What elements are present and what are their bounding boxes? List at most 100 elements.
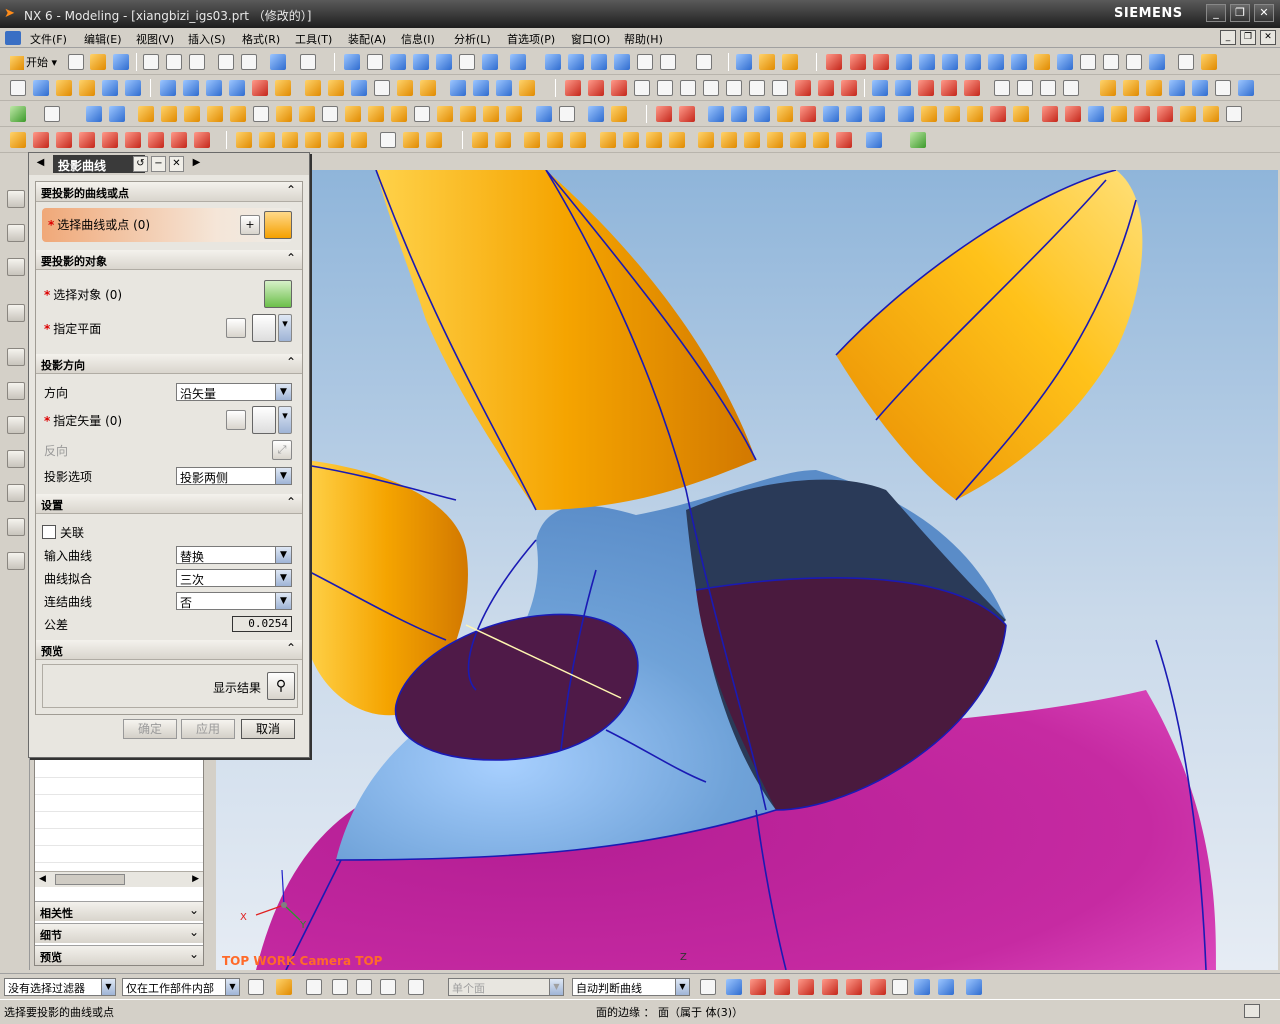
section-direction-header[interactable]: 投影方向 ⌃ [36, 354, 302, 374]
edit-surface-24-icon[interactable] [1203, 106, 1219, 122]
view-right-icon[interactable] [591, 54, 607, 70]
patch-icon[interactable] [1215, 80, 1231, 96]
curve-tool-15-icon[interactable] [351, 132, 367, 148]
expand-right-icon[interactable]: ▶ [189, 156, 204, 172]
view-iso-icon[interactable] [614, 54, 630, 70]
sew-icon[interactable] [1192, 80, 1208, 96]
curve-tool-25-icon[interactable] [623, 132, 639, 148]
magnifier-icon[interactable]: ⚲ [267, 672, 295, 700]
edit-surface-12-icon[interactable] [921, 106, 937, 122]
curve-tool-27-icon[interactable] [669, 132, 685, 148]
edit-surface-18-icon[interactable] [1065, 106, 1081, 122]
surface-8-icon[interactable] [253, 106, 269, 122]
snap-control-point-icon[interactable] [798, 979, 814, 995]
curve-tool-3-icon[interactable] [56, 132, 72, 148]
web-browser-tab-icon[interactable] [7, 304, 25, 322]
nav-tree-row[interactable] [35, 795, 203, 812]
select-component-icon[interactable] [380, 979, 396, 995]
nav-horizontal-scrollbar[interactable]: ◀ ▶ [35, 871, 203, 887]
curve-tool-20-icon[interactable] [495, 132, 511, 148]
edit-surface-10-icon[interactable] [869, 106, 885, 122]
copy-icon[interactable] [166, 54, 182, 70]
circle-icon[interactable] [611, 80, 627, 96]
restore-button[interactable]: ❐ [1230, 4, 1250, 22]
curve-tool-2-icon[interactable] [33, 132, 49, 148]
menu-insert[interactable]: 插入(S) [188, 31, 226, 47]
curve-tool-29-icon[interactable] [721, 132, 737, 148]
curve-fit-dropdown[interactable]: 三次 ▼ [176, 569, 292, 587]
edit-surface-5-icon[interactable] [754, 106, 770, 122]
snap-pole-icon[interactable] [1126, 54, 1142, 70]
cone-shape[interactable] [836, 170, 1143, 500]
app-menu-icon[interactable] [5, 31, 21, 45]
snap-existing-point-icon[interactable] [892, 979, 908, 995]
helix-icon[interactable] [680, 80, 696, 96]
edit-surface-3-icon[interactable] [708, 106, 724, 122]
reuse-library-tab-icon[interactable] [7, 258, 25, 276]
edit-surface-25-icon[interactable] [1226, 106, 1242, 122]
model-scene[interactable]: X Y Z [216, 170, 1278, 970]
unite-icon[interactable] [305, 80, 321, 96]
snap-control-icon[interactable] [896, 54, 912, 70]
curve-tool-9-icon[interactable] [194, 132, 210, 148]
snap-toggle-icon[interactable] [726, 979, 742, 995]
menu-help[interactable]: 帮助(H) [624, 31, 663, 47]
curve-tool-26-icon[interactable] [646, 132, 662, 148]
curve-tool-22-icon[interactable] [547, 132, 563, 148]
arc-icon[interactable] [588, 80, 604, 96]
paste-icon[interactable] [189, 54, 205, 70]
graphics-window[interactable]: X Y Z TOP WORK Camera TOP [216, 170, 1278, 970]
doc-minimize-button[interactable]: _ [1220, 30, 1236, 45]
bridge-icon[interactable] [918, 80, 934, 96]
snap-midpoint-icon[interactable] [873, 54, 889, 70]
curve-tool-8-icon[interactable] [171, 132, 187, 148]
zoom-window-icon[interactable] [367, 54, 383, 70]
status-display-icon[interactable] [1244, 1004, 1260, 1018]
apply-button[interactable]: 应用 [181, 719, 235, 739]
surface-21-icon[interactable] [559, 106, 575, 122]
curve-tool-30-icon[interactable] [744, 132, 760, 148]
nav-tree-row[interactable] [35, 778, 203, 795]
edit-surface-14-icon[interactable] [967, 106, 983, 122]
plane-dialog-icon[interactable] [226, 318, 246, 338]
crosshair-select-icon[interactable] [264, 280, 292, 308]
rotate-icon[interactable] [436, 54, 452, 70]
snap-center-icon[interactable] [942, 54, 958, 70]
curve-tool-19-icon[interactable] [472, 132, 488, 148]
associative-row[interactable]: 关联 [42, 520, 298, 544]
doc-close-button[interactable]: ✕ [1260, 30, 1276, 45]
snap-on-curve-icon[interactable] [1011, 54, 1027, 70]
snap-arc-center-icon[interactable] [846, 979, 862, 995]
edit-surface-17-icon[interactable] [1042, 106, 1058, 122]
surface-22-icon[interactable] [588, 106, 604, 122]
studio-surface-icon[interactable] [1146, 80, 1162, 96]
extrude-icon[interactable] [56, 80, 72, 96]
surface-9-icon[interactable] [276, 106, 292, 122]
edit-surface-6-icon[interactable] [777, 106, 793, 122]
sketch-section-icon[interactable]: + [240, 215, 260, 235]
line-icon[interactable] [565, 80, 581, 96]
curve-tool-13-icon[interactable] [305, 132, 321, 148]
undo-selection-icon[interactable] [306, 979, 322, 995]
surface-2-icon[interactable] [109, 106, 125, 122]
menu-analysis[interactable]: 分析(L) [454, 31, 491, 47]
show-snap-icon[interactable] [966, 979, 982, 995]
assembly-navigator-tab-icon[interactable] [7, 190, 25, 208]
background-icon[interactable] [696, 54, 712, 70]
minimize-button[interactable]: _ [1206, 4, 1226, 22]
mesh-surface-icon[interactable] [1123, 80, 1139, 96]
surface-16-icon[interactable] [437, 106, 453, 122]
doc-restore-button[interactable]: ❐ [1240, 30, 1256, 45]
pan-icon[interactable] [459, 54, 475, 70]
perspective-icon[interactable] [482, 54, 498, 70]
surface-19-icon[interactable] [506, 106, 522, 122]
sweep-icon[interactable] [102, 80, 118, 96]
polygon-icon[interactable] [841, 80, 857, 96]
more-surface-icon[interactable] [1238, 80, 1254, 96]
edit-surface-23-icon[interactable] [1180, 106, 1196, 122]
new-sheet-icon[interactable] [44, 106, 60, 122]
direction-dropdown[interactable]: 沿矢量 ▼ [176, 383, 292, 401]
system-materials-tab-icon[interactable] [7, 382, 25, 400]
rectangle-icon[interactable] [818, 80, 834, 96]
surface-4-icon[interactable] [161, 106, 177, 122]
